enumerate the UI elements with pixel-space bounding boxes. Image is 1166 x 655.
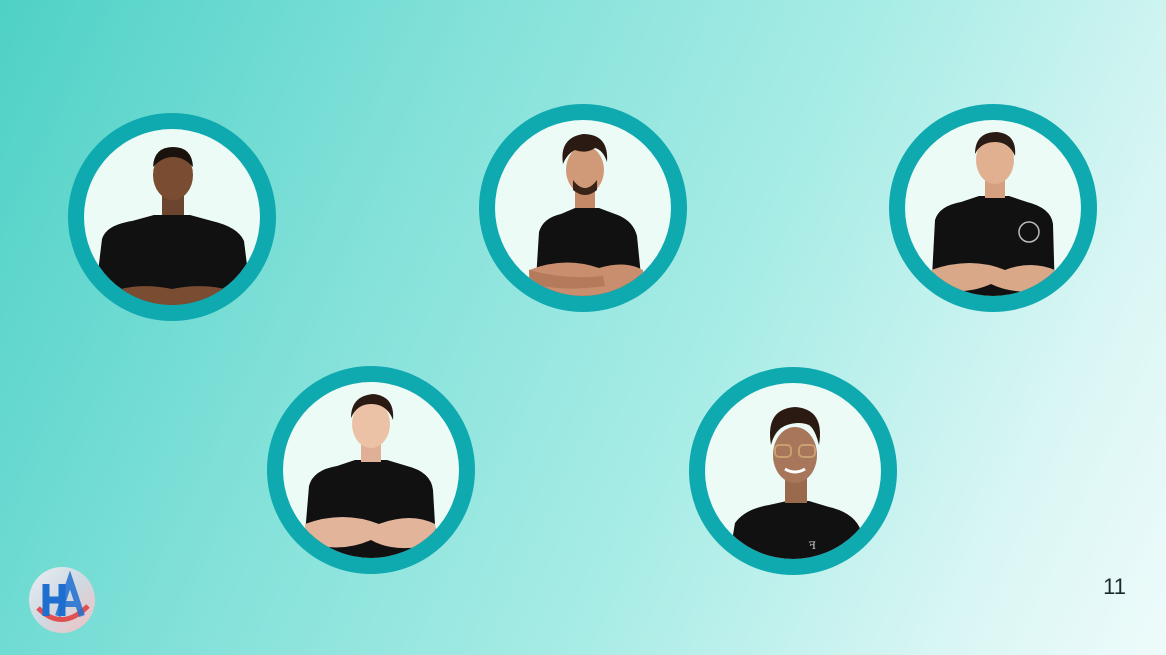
photo-frame — [495, 120, 671, 296]
photo-frame — [84, 129, 260, 305]
photo-frame: ꟻ — [705, 383, 881, 559]
slide: ꟻ 11 — [0, 0, 1166, 655]
team-member-photo-2 — [479, 104, 687, 312]
page-number: 11 — [1103, 574, 1126, 599]
person-portrait-icon — [94, 147, 252, 305]
team-member-photo-4 — [267, 366, 475, 574]
person-portrait-icon: ꟻ — [729, 407, 865, 559]
svg-text:ꟻ: ꟻ — [809, 541, 816, 552]
photo-frame — [905, 120, 1081, 296]
photo-frame — [283, 382, 459, 558]
person-portrait-icon — [931, 132, 1055, 296]
person-portrait-icon — [303, 394, 437, 558]
team-member-photo-1 — [68, 113, 276, 321]
ha-logo-icon — [28, 566, 96, 634]
team-member-photo-3 — [889, 104, 1097, 312]
person-portrait-icon — [529, 134, 645, 296]
team-member-photo-5: ꟻ — [689, 367, 897, 575]
